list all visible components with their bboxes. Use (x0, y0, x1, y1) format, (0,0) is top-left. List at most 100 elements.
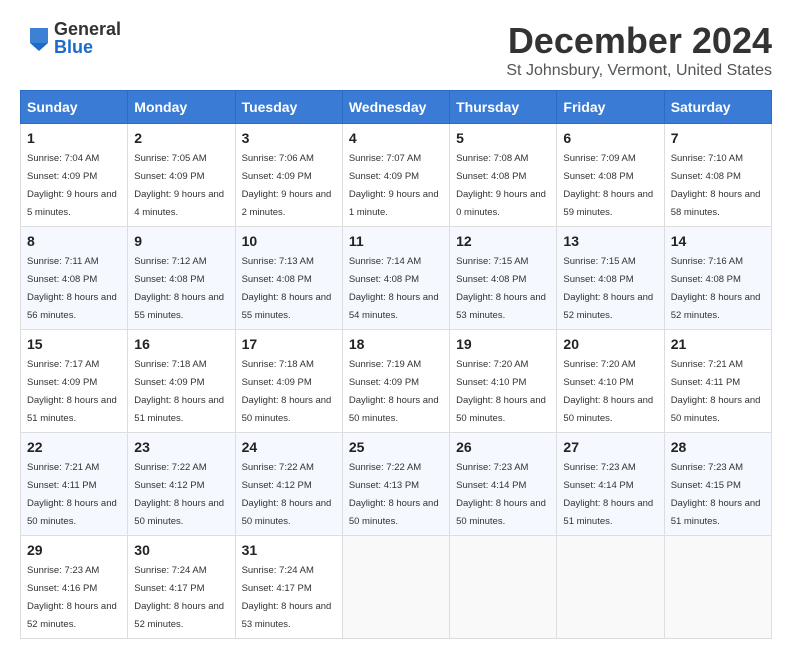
calendar-cell: 26 Sunrise: 7:23 AMSunset: 4:14 PMDaylig… (450, 433, 557, 536)
calendar-cell: 30 Sunrise: 7:24 AMSunset: 4:17 PMDaylig… (128, 536, 235, 639)
logo: General Blue (20, 20, 121, 56)
day-number: 23 (134, 439, 228, 455)
day-info: Sunrise: 7:22 AMSunset: 4:12 PMDaylight:… (242, 462, 332, 527)
calendar-cell: 7 Sunrise: 7:10 AMSunset: 4:08 PMDayligh… (664, 124, 771, 227)
title-section: December 2024 St Johnsbury, Vermont, Uni… (506, 20, 772, 80)
day-number: 2 (134, 130, 228, 146)
day-info: Sunrise: 7:23 AMSunset: 4:14 PMDaylight:… (456, 462, 546, 527)
day-info: Sunrise: 7:11 AMSunset: 4:08 PMDaylight:… (27, 256, 117, 321)
calendar-cell: 8 Sunrise: 7:11 AMSunset: 4:08 PMDayligh… (21, 227, 128, 330)
day-info: Sunrise: 7:16 AMSunset: 4:08 PMDaylight:… (671, 256, 761, 321)
day-number: 9 (134, 233, 228, 249)
day-info: Sunrise: 7:13 AMSunset: 4:08 PMDaylight:… (242, 256, 332, 321)
calendar-cell: 12 Sunrise: 7:15 AMSunset: 4:08 PMDaylig… (450, 227, 557, 330)
day-info: Sunrise: 7:15 AMSunset: 4:08 PMDaylight:… (456, 256, 546, 321)
day-info: Sunrise: 7:18 AMSunset: 4:09 PMDaylight:… (134, 359, 224, 424)
day-info: Sunrise: 7:23 AMSunset: 4:14 PMDaylight:… (563, 462, 653, 527)
day-number: 3 (242, 130, 336, 146)
day-number: 6 (563, 130, 657, 146)
calendar-cell: 29 Sunrise: 7:23 AMSunset: 4:16 PMDaylig… (21, 536, 128, 639)
day-info: Sunrise: 7:15 AMSunset: 4:08 PMDaylight:… (563, 256, 653, 321)
day-info: Sunrise: 7:23 AMSunset: 4:16 PMDaylight:… (27, 565, 117, 630)
calendar-cell: 1 Sunrise: 7:04 AMSunset: 4:09 PMDayligh… (21, 124, 128, 227)
day-number: 8 (27, 233, 121, 249)
day-number: 28 (671, 439, 765, 455)
page-header: General Blue December 2024 St Johnsbury,… (20, 20, 772, 80)
calendar-cell: 15 Sunrise: 7:17 AMSunset: 4:09 PMDaylig… (21, 330, 128, 433)
day-number: 17 (242, 336, 336, 352)
calendar-cell: 16 Sunrise: 7:18 AMSunset: 4:09 PMDaylig… (128, 330, 235, 433)
day-info: Sunrise: 7:14 AMSunset: 4:08 PMDaylight:… (349, 256, 439, 321)
logo-blue-text: Blue (54, 38, 121, 56)
logo-general-text: General (54, 20, 121, 38)
calendar-cell: 5 Sunrise: 7:08 AMSunset: 4:08 PMDayligh… (450, 124, 557, 227)
day-info: Sunrise: 7:06 AMSunset: 4:09 PMDaylight:… (242, 153, 332, 218)
calendar-cell: 18 Sunrise: 7:19 AMSunset: 4:09 PMDaylig… (342, 330, 449, 433)
calendar-cell: 10 Sunrise: 7:13 AMSunset: 4:08 PMDaylig… (235, 227, 342, 330)
day-info: Sunrise: 7:08 AMSunset: 4:08 PMDaylight:… (456, 153, 546, 218)
calendar-cell: 6 Sunrise: 7:09 AMSunset: 4:08 PMDayligh… (557, 124, 664, 227)
day-info: Sunrise: 7:22 AMSunset: 4:12 PMDaylight:… (134, 462, 224, 527)
calendar-week-row: 1 Sunrise: 7:04 AMSunset: 4:09 PMDayligh… (21, 124, 772, 227)
calendar-week-row: 29 Sunrise: 7:23 AMSunset: 4:16 PMDaylig… (21, 536, 772, 639)
day-info: Sunrise: 7:19 AMSunset: 4:09 PMDaylight:… (349, 359, 439, 424)
day-number: 29 (27, 542, 121, 558)
calendar-cell: 23 Sunrise: 7:22 AMSunset: 4:12 PMDaylig… (128, 433, 235, 536)
day-number: 25 (349, 439, 443, 455)
calendar-cell: 14 Sunrise: 7:16 AMSunset: 4:08 PMDaylig… (664, 227, 771, 330)
day-number: 30 (134, 542, 228, 558)
calendar-week-row: 22 Sunrise: 7:21 AMSunset: 4:11 PMDaylig… (21, 433, 772, 536)
calendar-week-row: 15 Sunrise: 7:17 AMSunset: 4:09 PMDaylig… (21, 330, 772, 433)
day-number: 22 (27, 439, 121, 455)
calendar-header-sunday: Sunday (21, 91, 128, 124)
day-number: 13 (563, 233, 657, 249)
day-number: 20 (563, 336, 657, 352)
day-number: 16 (134, 336, 228, 352)
month-title: December 2024 (506, 20, 772, 62)
day-info: Sunrise: 7:17 AMSunset: 4:09 PMDaylight:… (27, 359, 117, 424)
calendar-cell: 21 Sunrise: 7:21 AMSunset: 4:11 PMDaylig… (664, 330, 771, 433)
calendar-header-row: SundayMondayTuesdayWednesdayThursdayFrid… (21, 91, 772, 124)
calendar-header-thursday: Thursday (450, 91, 557, 124)
calendar-cell: 22 Sunrise: 7:21 AMSunset: 4:11 PMDaylig… (21, 433, 128, 536)
day-number: 12 (456, 233, 550, 249)
day-info: Sunrise: 7:05 AMSunset: 4:09 PMDaylight:… (134, 153, 224, 218)
day-info: Sunrise: 7:12 AMSunset: 4:08 PMDaylight:… (134, 256, 224, 321)
calendar-cell: 13 Sunrise: 7:15 AMSunset: 4:08 PMDaylig… (557, 227, 664, 330)
day-number: 19 (456, 336, 550, 352)
calendar-cell: 24 Sunrise: 7:22 AMSunset: 4:12 PMDaylig… (235, 433, 342, 536)
day-info: Sunrise: 7:04 AMSunset: 4:09 PMDaylight:… (27, 153, 117, 218)
calendar-week-row: 8 Sunrise: 7:11 AMSunset: 4:08 PMDayligh… (21, 227, 772, 330)
day-info: Sunrise: 7:23 AMSunset: 4:15 PMDaylight:… (671, 462, 761, 527)
day-number: 1 (27, 130, 121, 146)
location-subtitle: St Johnsbury, Vermont, United States (506, 62, 772, 80)
calendar-cell: 2 Sunrise: 7:05 AMSunset: 4:09 PMDayligh… (128, 124, 235, 227)
day-info: Sunrise: 7:20 AMSunset: 4:10 PMDaylight:… (456, 359, 546, 424)
calendar-cell: 4 Sunrise: 7:07 AMSunset: 4:09 PMDayligh… (342, 124, 449, 227)
calendar-header-monday: Monday (128, 91, 235, 124)
calendar-cell: 20 Sunrise: 7:20 AMSunset: 4:10 PMDaylig… (557, 330, 664, 433)
calendar-cell (557, 536, 664, 639)
day-info: Sunrise: 7:24 AMSunset: 4:17 PMDaylight:… (134, 565, 224, 630)
day-number: 5 (456, 130, 550, 146)
day-number: 14 (671, 233, 765, 249)
day-info: Sunrise: 7:22 AMSunset: 4:13 PMDaylight:… (349, 462, 439, 527)
calendar-header-wednesday: Wednesday (342, 91, 449, 124)
calendar-cell (342, 536, 449, 639)
day-number: 18 (349, 336, 443, 352)
calendar-header-saturday: Saturday (664, 91, 771, 124)
calendar-header-tuesday: Tuesday (235, 91, 342, 124)
day-number: 4 (349, 130, 443, 146)
logo-icon (20, 23, 50, 53)
day-number: 24 (242, 439, 336, 455)
day-info: Sunrise: 7:21 AMSunset: 4:11 PMDaylight:… (671, 359, 761, 424)
day-number: 31 (242, 542, 336, 558)
calendar-cell: 11 Sunrise: 7:14 AMSunset: 4:08 PMDaylig… (342, 227, 449, 330)
day-number: 27 (563, 439, 657, 455)
calendar-header-friday: Friday (557, 91, 664, 124)
calendar-cell: 31 Sunrise: 7:24 AMSunset: 4:17 PMDaylig… (235, 536, 342, 639)
day-info: Sunrise: 7:09 AMSunset: 4:08 PMDaylight:… (563, 153, 653, 218)
day-info: Sunrise: 7:07 AMSunset: 4:09 PMDaylight:… (349, 153, 439, 218)
day-info: Sunrise: 7:21 AMSunset: 4:11 PMDaylight:… (27, 462, 117, 527)
day-info: Sunrise: 7:24 AMSunset: 4:17 PMDaylight:… (242, 565, 332, 630)
